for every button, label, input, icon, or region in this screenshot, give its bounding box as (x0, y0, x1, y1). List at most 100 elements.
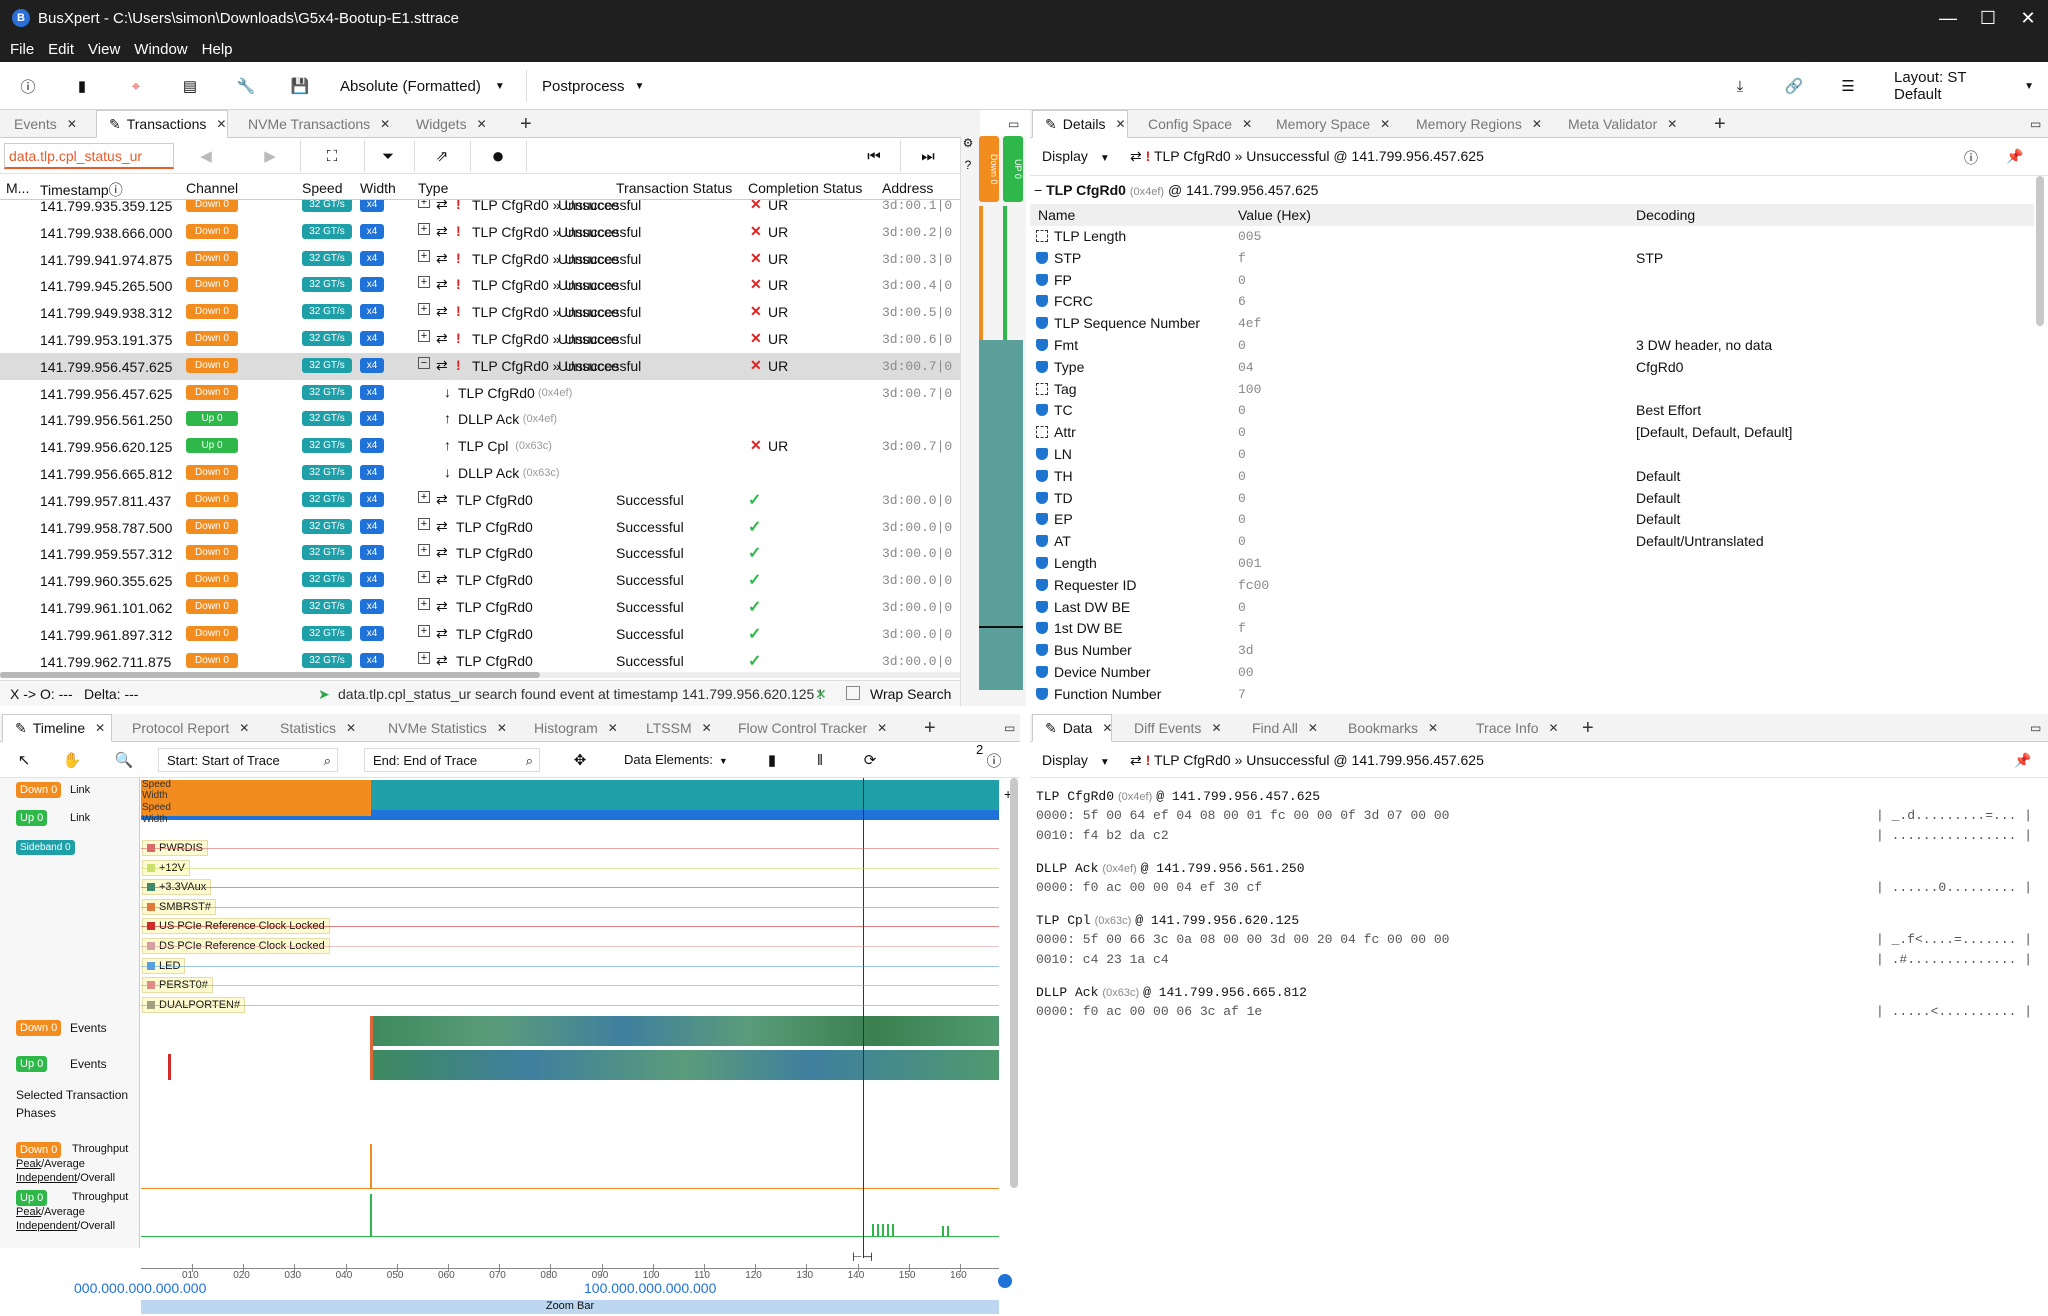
close-icon[interactable]: ✕ (1116, 117, 1126, 131)
menu-help[interactable]: Help (202, 41, 233, 58)
gear-icon[interactable]: ⚙ (961, 136, 975, 158)
peak-link[interactable]: Peak (16, 1206, 41, 1218)
detail-row[interactable]: STP f STP (1030, 248, 2034, 270)
go-first-icon[interactable]: ⏮ (862, 142, 886, 170)
close-icon[interactable]: ✕ (1308, 721, 1318, 735)
menu-file[interactable]: File (10, 41, 34, 58)
table-row[interactable]: 141.799.960.355.625 Down 0 32 GT/s x4 + ⇄ TLP … (0, 567, 960, 594)
maximize-panel-icon[interactable]: ▭ (2018, 714, 2041, 742)
save-icon[interactable]: 💾 (286, 72, 314, 100)
table-row[interactable]: 141.799.945.265.500 Down 0 32 GT/s x4 + ⇄! TLP… (0, 272, 960, 299)
minimize-button[interactable]: — (1928, 0, 1968, 36)
detail-row[interactable]: Function Number 7 (1030, 684, 2034, 706)
table-row[interactable]: 141.799.935.359.125 Down 0 32 GT/s x4 + ⇄! TLP… (0, 200, 960, 219)
detail-row[interactable]: Last DW BE 0 (1030, 597, 2034, 619)
tab-nvme-transactions[interactable]: NVMe Transactions ✕ (236, 110, 396, 138)
expand-icon[interactable]: + (418, 624, 430, 637)
expand-icon[interactable]: + (418, 517, 430, 530)
display-dropdown[interactable]: Display ▼ (1042, 148, 1110, 164)
tab-memory-space[interactable]: Memory Space ✕ (1264, 110, 1402, 138)
hex-block-title[interactable]: TLP Cpl (0x63c) @ 141.799.956.620.125 (1036, 912, 1299, 928)
add-tab-button[interactable]: + (1570, 714, 1600, 742)
col-value[interactable]: Value (Hex) (1238, 207, 1311, 223)
add-tab-button[interactable]: + (912, 714, 942, 742)
close-icon[interactable]: ✕ (1532, 117, 1542, 131)
tab-config-space[interactable]: Config Space ✕ (1136, 110, 1260, 138)
table-row[interactable]: 141.799.953.191.375 Down 0 32 GT/s x4 + ⇄! TLP… (0, 326, 960, 353)
detail-row[interactable]: Bus Number 3d (1030, 640, 2034, 662)
detail-row[interactable]: LN 0 (1030, 444, 2034, 466)
independent-link[interactable]: Independent (16, 1172, 77, 1184)
maximize-panel-icon[interactable]: ▭ (2018, 110, 2041, 138)
hex-block-title[interactable]: DLLP Ack (0x4ef) @ 141.799.956.561.250 (1036, 860, 1305, 876)
expand-icon[interactable]: + (418, 330, 430, 342)
table-row[interactable]: 141.799.956.665.812 Down 0 32 GT/s x4 ↓ DLLP … (0, 460, 960, 487)
table-row[interactable]: 141.799.961.897.312 Down 0 32 GT/s x4 + ⇄ TLP … (0, 621, 960, 648)
peak-link[interactable]: Peak (16, 1158, 41, 1170)
tab-statistics[interactable]: Statistics ✕ (268, 714, 372, 742)
col-timestamp[interactable]: Timestampⓘ (40, 180, 123, 200)
export-icon[interactable]: ⇗ (430, 142, 454, 170)
start-field[interactable]: Start: Start of Trace ⌕ (158, 748, 338, 772)
table-row[interactable]: 141.799.956.457.625 Down 0 32 GT/s x4 ↓ TLP C… (0, 380, 960, 407)
tab-widgets[interactable]: Widgets ✕ (404, 110, 510, 138)
cursor-handle-icon[interactable]: ⊢⊣ (852, 1250, 873, 1264)
detail-row[interactable]: TD 0 Default (1030, 488, 2034, 510)
close-icon[interactable]: ✕ (1667, 117, 1677, 131)
col-completion-status[interactable]: Completion Status (748, 180, 862, 196)
tab-ltssm[interactable]: LTSSM ✕ (634, 714, 718, 742)
expand-icon[interactable]: + (418, 598, 430, 610)
detail-row[interactable]: FP 0 (1030, 270, 2034, 292)
maximize-panel-icon[interactable]: ▭ (992, 714, 1015, 742)
expand-icon[interactable]: − (418, 356, 430, 369)
table-row[interactable]: 141.799.949.938.312 Down 0 32 GT/s x4 + ⇄! TLP… (0, 299, 960, 326)
close-icon[interactable]: ✕ (95, 721, 105, 735)
detail-row[interactable]: Fmt 0 3 DW header, no data (1030, 335, 2034, 357)
col-width[interactable]: Width (360, 180, 396, 196)
detail-row[interactable]: EP 0 Default (1030, 509, 2034, 531)
refresh-icon[interactable]: ⟳ (860, 746, 880, 774)
end-field[interactable]: End: End of Trace ⌕ (364, 748, 540, 772)
table-row[interactable]: 141.799.958.787.500 Down 0 32 GT/s x4 + ⇄ TLP … (0, 514, 960, 541)
close-icon[interactable]: ✕ (1211, 721, 1221, 735)
data-elements-dropdown[interactable]: Data Elements: ▼ (624, 752, 728, 767)
tab-events[interactable]: Events ✕ (2, 110, 86, 138)
download-icon[interactable]: ⤓ (1726, 72, 1754, 100)
col-channel[interactable]: Channel (186, 180, 238, 196)
close-icon[interactable]: ✕ (608, 721, 618, 735)
expand-icon[interactable]: + (418, 200, 430, 208)
pause-icon[interactable]: ‖ (810, 746, 830, 774)
tab-nvme-statistics[interactable]: NVMe Statistics ✕ (376, 714, 516, 742)
tab-histogram[interactable]: Histogram ✕ (522, 714, 632, 742)
expand-icon[interactable]: + (418, 571, 430, 584)
tab-meta-validator[interactable]: Meta Validator ✕ (1556, 110, 1698, 138)
col-transaction-status[interactable]: Transaction Status (616, 180, 732, 196)
maximize-panel-icon[interactable]: ▭ (996, 110, 1019, 138)
detail-row[interactable]: Length 001 (1030, 553, 2034, 575)
tab-timeline[interactable]: ✎ Timeline ✕ (2, 714, 112, 742)
table-row[interactable]: 141.799.956.620.125 Up 0 32 GT/s x4 ↑ TLP Cpl… (0, 433, 960, 460)
add-tab-button[interactable]: + (508, 110, 538, 138)
detail-row[interactable]: Device Number 00 (1030, 662, 2034, 684)
hex-block-title[interactable]: DLLP Ack (0x63c) @ 141.799.956.665.812 (1036, 984, 1307, 1000)
bookmark-icon[interactable]: ▮ (68, 72, 96, 100)
tab-diff-events[interactable]: Diff Events ✕ (1122, 714, 1232, 742)
tab-data[interactable]: ✎ Data ✕ (1032, 714, 1112, 742)
close-icon[interactable]: ✕ (346, 721, 356, 735)
table-row[interactable]: 141.799.938.666.000 Down 0 32 GT/s x4 + ⇄! TLP… (0, 219, 960, 246)
postprocess-button[interactable]: Postprocess ▼ (542, 72, 652, 100)
bookmark-icon[interactable]: ▮ (762, 746, 782, 774)
col-speed[interactable]: Speed (302, 180, 342, 196)
table-row[interactable]: 141.799.956.457.625 Down 0 32 GT/s x4− ⇄! TLP… (0, 352, 960, 380)
link-icon[interactable]: 🔗 (1780, 72, 1808, 100)
menu-window[interactable]: Window (134, 41, 187, 58)
detail-row[interactable]: AT 0 Default/Untranslated (1030, 531, 2034, 553)
expand-icon[interactable]: + (418, 249, 430, 262)
col-name[interactable]: Name (1038, 207, 1075, 223)
hex-block-title[interactable]: TLP CfgRd0 (0x4ef) @ 141.799.956.457.625 (1036, 788, 1320, 804)
dismiss-icon[interactable]: ✕ (815, 686, 827, 703)
tab-transactions[interactable]: ✎ Transactions ✕ (96, 110, 228, 138)
tab-details[interactable]: ✎ Details ✕ (1032, 110, 1128, 138)
tab-flow-control-tracker[interactable]: Flow Control Tracker ✕ (726, 714, 892, 742)
col-type[interactable]: Type (418, 180, 448, 196)
